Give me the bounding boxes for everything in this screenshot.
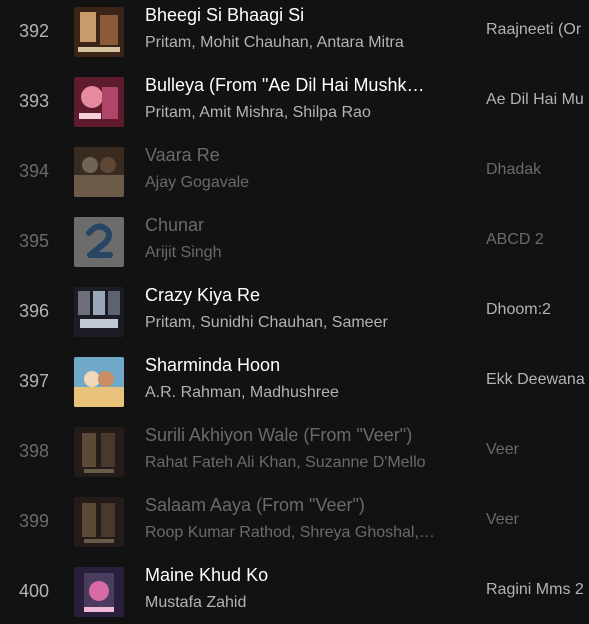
track-artists[interactable]: A.R. Rahman, Madhushree <box>145 382 460 404</box>
track-title[interactable]: Maine Khud Ko <box>145 562 460 588</box>
track-title[interactable]: Crazy Kiya Re <box>145 282 460 308</box>
track-title[interactable]: Salaam Aaya (From "Veer") <box>145 492 460 518</box>
album-art-icon[interactable] <box>74 217 124 267</box>
track-album[interactable]: Raajneeti (Or <box>486 18 589 42</box>
album-art-icon[interactable] <box>74 147 124 197</box>
track-album[interactable]: Veer <box>486 508 589 532</box>
album-art-icon[interactable] <box>74 427 124 477</box>
track-title[interactable]: Vaara Re <box>145 142 460 168</box>
track-row[interactable]: 392 Bheegi Si Bhaagi Si Pritam, Mohit Ch… <box>0 0 589 68</box>
album-art-icon[interactable] <box>74 567 124 617</box>
track-album[interactable]: Ekk Deewana <box>486 368 589 392</box>
track-number: 393 <box>18 91 49 111</box>
track-row[interactable]: 399 Salaam Aaya (From "Veer") Roop Kumar… <box>0 488 589 558</box>
track-title[interactable]: Bheegi Si Bhaagi Si <box>145 2 460 28</box>
track-row[interactable]: 400 Maine Khud Ko Mustafa Zahid Ragini M… <box>0 558 589 624</box>
track-row[interactable]: 393 Bulleya (From "Ae Dil Hai Mushk… Pri… <box>0 68 589 138</box>
track-artists[interactable]: Arijit Singh <box>145 242 460 264</box>
track-number: 395 <box>18 231 49 251</box>
track-title[interactable]: Sharminda Hoon <box>145 352 460 378</box>
track-artists[interactable]: Ajay Gogavale <box>145 172 460 194</box>
track-row[interactable]: 395 Chunar Arijit Singh ABCD 2 <box>0 208 589 278</box>
track-artists[interactable]: Roop Kumar Rathod, Shreya Ghoshal,… <box>145 522 460 544</box>
album-art-icon[interactable] <box>74 357 124 407</box>
track-album[interactable]: Dhoom:2 <box>486 298 589 322</box>
track-artists[interactable]: Pritam, Amit Mishra, Shilpa Rao <box>145 102 460 124</box>
track-title[interactable]: Surili Akhiyon Wale (From "Veer") <box>145 422 460 448</box>
track-number: 394 <box>18 161 49 181</box>
track-artists[interactable]: Rahat Fateh Ali Khan, Suzanne D'Mello <box>145 452 460 474</box>
track-title[interactable]: Bulleya (From "Ae Dil Hai Mushk… <box>145 72 460 98</box>
track-number: 398 <box>18 441 49 461</box>
track-album[interactable]: ABCD 2 <box>486 228 589 252</box>
track-row[interactable]: 396 Crazy Kiya Re Pritam, Sunidhi Chauha… <box>0 278 589 348</box>
track-number: 392 <box>18 21 49 41</box>
track-number: 399 <box>18 511 49 531</box>
track-album[interactable]: Veer <box>486 438 589 462</box>
track-artists[interactable]: Mustafa Zahid <box>145 592 460 614</box>
track-row[interactable]: 397 Sharminda Hoon A.R. Rahman, Madhushr… <box>0 348 589 418</box>
track-number: 397 <box>18 371 49 391</box>
track-number: 400 <box>18 581 49 601</box>
track-artists[interactable]: Pritam, Mohit Chauhan, Antara Mitra <box>145 32 460 54</box>
track-row[interactable]: 394 Vaara Re Ajay Gogavale Dhadak <box>0 138 589 208</box>
album-art-icon[interactable] <box>74 287 124 337</box>
album-art-icon[interactable] <box>74 497 124 547</box>
track-number: 396 <box>18 301 49 321</box>
track-album[interactable]: Ae Dil Hai Mu <box>486 88 589 112</box>
track-album[interactable]: Ragini Mms 2 <box>486 578 589 602</box>
album-art-icon[interactable] <box>74 77 124 127</box>
album-art-icon[interactable] <box>74 7 124 57</box>
track-album[interactable]: Dhadak <box>486 158 589 182</box>
track-row[interactable]: 398 Surili Akhiyon Wale (From "Veer") Ra… <box>0 418 589 488</box>
track-artists[interactable]: Pritam, Sunidhi Chauhan, Sameer <box>145 312 460 334</box>
track-list: 392 Bheegi Si Bhaagi Si Pritam, Mohit Ch… <box>0 0 589 624</box>
track-title[interactable]: Chunar <box>145 212 460 238</box>
